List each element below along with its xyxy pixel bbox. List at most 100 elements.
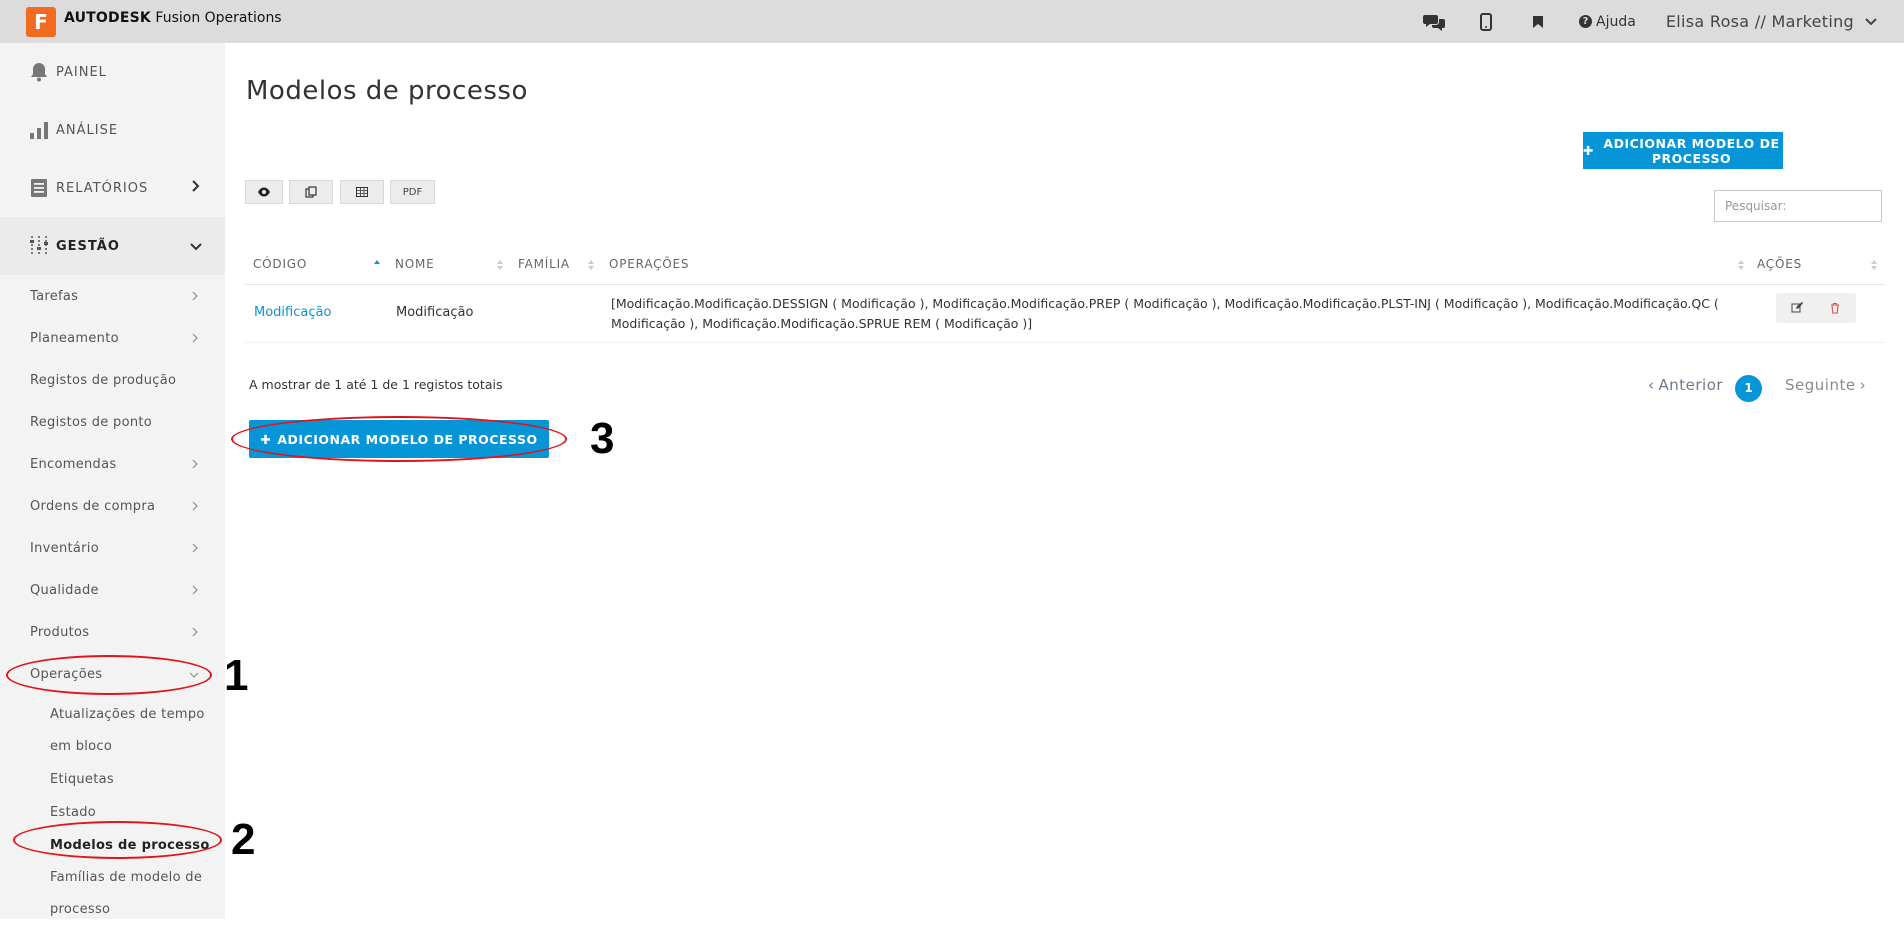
- copy-button[interactable]: [289, 180, 333, 204]
- chevron-left-icon: ‹: [1648, 376, 1655, 394]
- sort-icon[interactable]: [1737, 259, 1745, 271]
- table-header-divider: [245, 284, 1885, 285]
- callout-number-3: 3: [590, 414, 615, 463]
- fusion-logo[interactable]: F: [26, 7, 56, 37]
- chevron-right-icon: [192, 627, 198, 637]
- sort-icon[interactable]: [496, 259, 504, 271]
- column-header-nome[interactable]: NOME: [395, 257, 435, 271]
- help-label: Ajuda: [1596, 13, 1636, 30]
- sidebar-sub-label: Inventário: [30, 540, 99, 556]
- cell-codigo-link[interactable]: Modificação: [254, 305, 331, 320]
- sidebar-item-label: GESTÃO: [56, 238, 120, 254]
- chevron-right-icon: [192, 291, 198, 301]
- column-header-familia[interactable]: FAMÍLIA: [518, 257, 570, 271]
- page-title: Modelos de processo: [246, 76, 528, 106]
- button-label: ADICIONAR MODELO DE PROCESSO: [1603, 135, 1780, 166]
- sidebar-item-painel[interactable]: PAINEL: [0, 43, 225, 101]
- sidebar-sub-produtos[interactable]: Produtos: [0, 611, 225, 653]
- brand-bold: AUTODESK: [64, 10, 151, 26]
- sidebar-sub-label: Ordens de compra: [30, 498, 156, 514]
- sidebar-item-label: ANÁLISE: [56, 122, 119, 138]
- chevron-right-icon: [192, 585, 198, 595]
- pagination-next-label: Seguinte: [1785, 376, 1856, 394]
- pagination-previous[interactable]: ‹ Anterior: [1648, 376, 1723, 394]
- bar-chart-icon: [28, 119, 50, 141]
- sidebar-sub-label: Tarefas: [30, 288, 79, 304]
- table-icon: [356, 187, 368, 197]
- sidebar-subsub-atualizacoes[interactable]: Atualizações de tempo em bloco: [0, 699, 225, 763]
- callout-ellipse-operacoes: [6, 655, 212, 695]
- chevron-right-icon: ›: [1859, 376, 1867, 394]
- sidebar-sub-label: Encomendas: [30, 456, 117, 472]
- sidebar-sub-registos-producao[interactable]: Registos de produção: [0, 359, 225, 401]
- sidebar-sub-inventario[interactable]: Inventário: [0, 527, 225, 569]
- sliders-icon: [28, 235, 50, 257]
- sidebar-sub-tarefas[interactable]: Tarefas: [0, 275, 225, 317]
- pagination-previous-label: Anterior: [1658, 376, 1724, 394]
- chevron-down-icon: [1865, 17, 1877, 25]
- sidebar: PAINEL ANÁLISE RELATÓRIOS GESTÃO Tarefas…: [0, 43, 225, 919]
- column-header-acoes[interactable]: AÇÕES: [1757, 257, 1802, 271]
- search-input[interactable]: [1714, 190, 1882, 222]
- cell-operacoes: [Modificação.Modificação.DESSIGN ( Modif…: [611, 296, 1719, 331]
- sidebar-sub-qualidade[interactable]: Qualidade: [0, 569, 225, 611]
- pdf-button[interactable]: PDF: [390, 180, 435, 204]
- help-link[interactable]: ? Ajuda: [1579, 14, 1636, 30]
- table-info-text: A mostrar de 1 até 1 de 1 registos totai…: [249, 377, 503, 392]
- sort-asc-icon[interactable]: [373, 259, 381, 271]
- pagination-next[interactable]: Seguinte ›: [1785, 376, 1866, 394]
- sidebar-sub-planeamento[interactable]: Planeamento: [0, 317, 225, 359]
- chevron-right-icon: [192, 501, 198, 511]
- sort-icon[interactable]: [587, 259, 595, 271]
- sidebar-item-analise[interactable]: ANÁLISE: [0, 101, 225, 159]
- sidebar-sub-label: Planeamento: [30, 330, 119, 346]
- chat-icon[interactable]: [1423, 11, 1446, 33]
- chevron-right-icon: [192, 459, 198, 469]
- sidebar-sub-label: Registos de ponto: [30, 414, 153, 430]
- sidebar-subsub-etiquetas[interactable]: Etiquetas: [0, 763, 225, 796]
- sidebar-sub-label: Registos de produção: [30, 372, 177, 388]
- excel-button[interactable]: [340, 180, 384, 204]
- edit-icon[interactable]: [1789, 300, 1805, 316]
- callout-ellipse-add-button: [231, 416, 567, 462]
- sidebar-sub-encomendas[interactable]: Encomendas: [0, 443, 225, 485]
- sidebar-item-label: RELATÓRIOS: [56, 180, 149, 196]
- view-button[interactable]: [245, 180, 283, 204]
- mobile-icon[interactable]: [1475, 11, 1497, 33]
- callout-number-2: 2: [231, 815, 256, 864]
- chevron-right-icon: [192, 543, 198, 553]
- sidebar-sub-label: Qualidade: [30, 582, 99, 598]
- top-bar: F AUTODESK Fusion Operations ? Ajuda Eli…: [0, 0, 1904, 43]
- cell-nome: Modificação: [396, 305, 474, 320]
- sidebar-subsub-familias-modelo[interactable]: Famílias de modelo de processo: [0, 862, 210, 926]
- sidebar-item-relatorios[interactable]: RELATÓRIOS: [0, 159, 225, 217]
- brand-product: Fusion Operations: [155, 10, 282, 26]
- sidebar-sub-label: Produtos: [30, 624, 90, 640]
- question-icon: ?: [1579, 15, 1593, 28]
- chevron-right-icon: [192, 333, 198, 343]
- document-icon: [28, 177, 50, 199]
- actions-group: [1776, 293, 1856, 323]
- copy-icon: [305, 186, 317, 198]
- eye-icon: [258, 187, 270, 197]
- sidebar-sub-ordens-compra[interactable]: Ordens de compra: [0, 485, 225, 527]
- brand-name: AUTODESK Fusion Operations: [64, 10, 282, 26]
- bookmark-icon[interactable]: [1527, 11, 1549, 33]
- sort-icon[interactable]: [1870, 259, 1878, 271]
- column-header-codigo[interactable]: CÓDIGO: [253, 257, 307, 271]
- sidebar-item-label: PAINEL: [56, 64, 107, 80]
- user-menu[interactable]: Elisa Rosa // Marketing: [1666, 12, 1878, 31]
- callout-number-1: 1: [224, 651, 249, 700]
- trash-icon[interactable]: [1827, 300, 1843, 316]
- topbar-actions: ? Ajuda Elisa Rosa // Marketing: [1423, 0, 1878, 43]
- pagination-page-current[interactable]: 1: [1735, 375, 1762, 402]
- sidebar-sub-registos-ponto[interactable]: Registos de ponto: [0, 401, 225, 443]
- user-label: Elisa Rosa // Marketing: [1665, 12, 1854, 31]
- sidebar-item-gestao[interactable]: GESTÃO: [0, 217, 225, 275]
- chevron-right-icon: [192, 180, 200, 192]
- plus-icon: ✚: [1583, 143, 1594, 158]
- callout-ellipse-modelos: [13, 821, 222, 859]
- chevron-down-icon: [190, 243, 202, 251]
- column-header-operacoes[interactable]: OPERAÇÕES: [609, 257, 689, 271]
- add-process-model-button-top[interactable]: ✚ ADICIONAR MODELO DE PROCESSO: [1583, 132, 1783, 169]
